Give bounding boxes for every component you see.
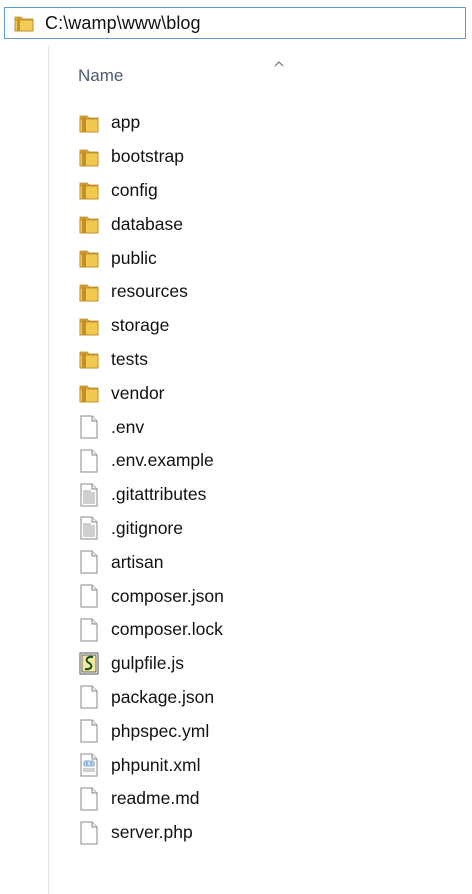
file-item[interactable]: composer.lock — [76, 613, 456, 647]
file-list: app bootstrap config database public resource… — [76, 106, 456, 850]
blank-file-icon — [76, 820, 102, 846]
item-name: gulpfile.js — [111, 653, 184, 674]
folder-icon — [76, 346, 102, 372]
blank-file-icon — [76, 549, 102, 575]
folder-item[interactable]: vendor — [76, 376, 456, 410]
item-name: config — [111, 179, 158, 200]
explorer-window: C:\wamp\www\blog Name app bootstrap config… — [0, 0, 472, 894]
item-name: .env — [111, 416, 145, 437]
column-header-label: Name — [78, 66, 124, 85]
item-name: phpunit.xml — [111, 754, 201, 775]
folder-icon — [76, 144, 102, 170]
sort-ascending-icon — [273, 56, 285, 67]
folder-icon — [13, 12, 35, 34]
item-name: tests — [111, 348, 148, 369]
folder-item[interactable]: bootstrap — [76, 140, 456, 174]
file-item[interactable]: .gitattributes — [76, 478, 456, 512]
item-name: composer.json — [111, 585, 224, 606]
item-name: resources — [111, 281, 188, 302]
column-header-name[interactable]: Name — [78, 61, 378, 88]
item-name: .gitattributes — [111, 484, 207, 505]
item-name: package.json — [111, 686, 215, 707]
address-bar[interactable]: C:\wamp\www\blog — [4, 7, 466, 39]
address-path[interactable]: C:\wamp\www\blog — [45, 13, 201, 34]
file-item[interactable]: artisan — [76, 545, 456, 579]
file-item[interactable]: readme.md — [76, 782, 456, 816]
item-name: readme.md — [111, 788, 200, 809]
file-item[interactable]: phpspec.yml — [76, 714, 456, 748]
blank-file-icon — [76, 448, 102, 474]
pane-divider — [48, 46, 49, 894]
folder-item[interactable]: config — [76, 174, 456, 208]
item-name: database — [111, 213, 184, 234]
folder-item[interactable]: storage — [76, 309, 456, 343]
item-name: .gitignore — [111, 517, 183, 538]
text-file-icon — [76, 482, 102, 508]
folder-item[interactable]: public — [76, 241, 456, 275]
file-item[interactable]: .env — [76, 410, 456, 444]
folder-item[interactable]: tests — [76, 343, 456, 377]
text-file-icon — [76, 515, 102, 541]
script-file-icon — [76, 651, 102, 677]
folder-icon — [76, 177, 102, 203]
item-name: server.php — [111, 822, 193, 843]
item-name: app — [111, 112, 141, 133]
blank-file-icon — [76, 684, 102, 710]
item-name: .env.example — [111, 450, 214, 471]
folder-icon — [76, 313, 102, 339]
item-name: phpspec.yml — [111, 720, 210, 741]
folder-item[interactable]: resources — [76, 275, 456, 309]
blank-file-icon — [76, 414, 102, 440]
file-item[interactable]: .env.example — [76, 444, 456, 478]
folder-icon — [76, 110, 102, 136]
blank-file-icon — [76, 718, 102, 744]
folder-icon — [76, 380, 102, 406]
blank-file-icon — [76, 583, 102, 609]
file-item[interactable]: gulpfile.js — [76, 647, 456, 681]
xml-file-icon — [76, 752, 102, 778]
blank-file-icon — [76, 617, 102, 643]
folder-item[interactable]: database — [76, 207, 456, 241]
folder-item[interactable]: app — [76, 106, 456, 140]
file-item[interactable]: package.json — [76, 681, 456, 715]
file-item[interactable]: .gitignore — [76, 512, 456, 546]
folder-icon — [76, 245, 102, 271]
folder-icon — [76, 279, 102, 305]
item-name: storage — [111, 315, 170, 336]
item-name: public — [111, 247, 157, 268]
item-name: artisan — [111, 551, 164, 572]
blank-file-icon — [76, 786, 102, 812]
item-name: composer.lock — [111, 619, 223, 640]
folder-icon — [76, 211, 102, 237]
file-item[interactable]: server.php — [76, 816, 456, 850]
file-item[interactable]: phpunit.xml — [76, 748, 456, 782]
file-item[interactable]: composer.json — [76, 579, 456, 613]
item-name: vendor — [111, 382, 165, 403]
item-name: bootstrap — [111, 146, 184, 167]
